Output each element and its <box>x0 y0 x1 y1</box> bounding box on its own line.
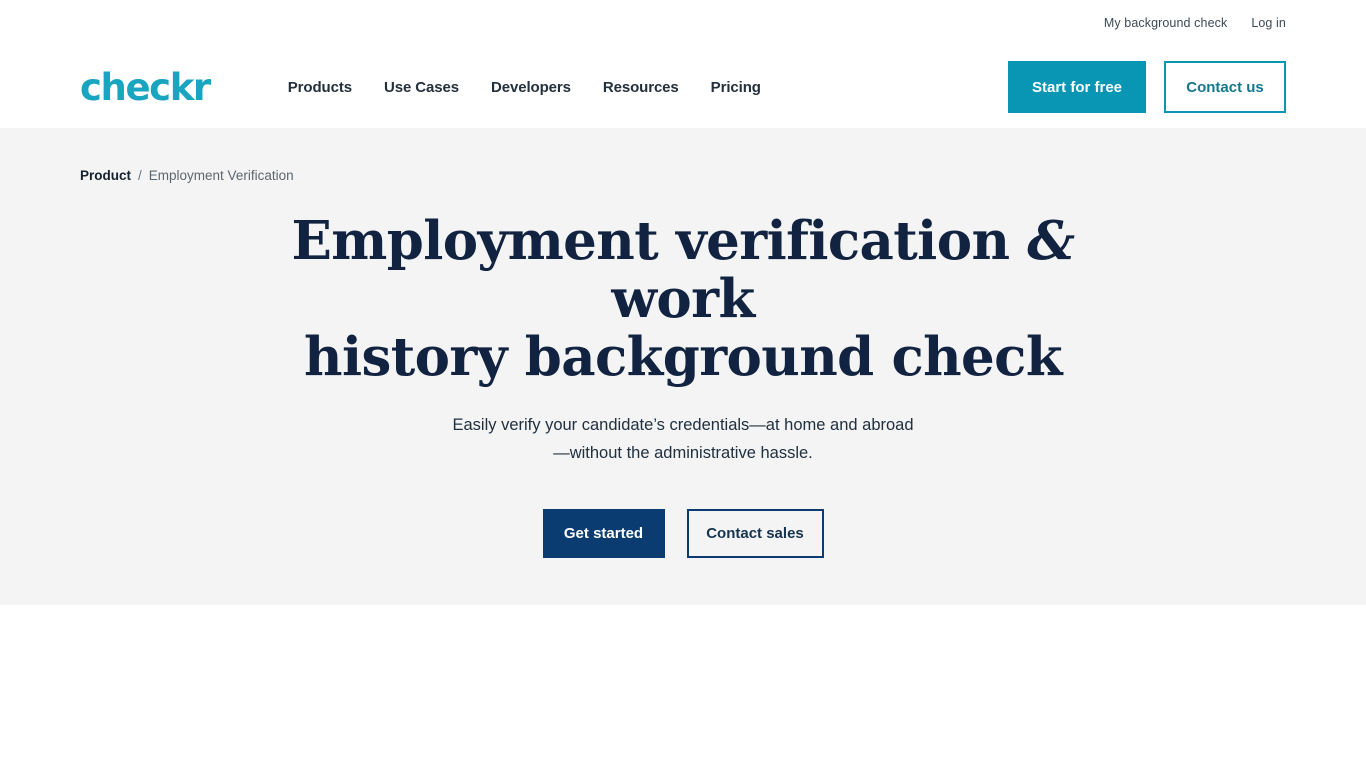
breadcrumb-separator: / <box>138 168 142 183</box>
hero-title-line-2: history background check <box>304 325 1063 388</box>
start-for-free-button[interactable]: Start for free <box>1008 61 1146 113</box>
hero-content: Employment verification & work history b… <box>253 210 1113 558</box>
page-title: Employment verification & work history b… <box>253 210 1113 388</box>
header-actions: Start for free Contact us <box>1008 61 1286 113</box>
hero-cta-group: Get started Contact sales <box>253 508 1113 558</box>
utility-bar: My background check Log in <box>0 0 1366 46</box>
nav-item-resources[interactable]: Resources <box>603 79 679 96</box>
hero-title-part-1: Employment verification <box>291 210 1028 272</box>
hero-title-part-2: work <box>611 267 755 330</box>
hero-subtitle: Easily verify your candidate’s credentia… <box>448 412 918 466</box>
nav-item-developers[interactable]: Developers <box>491 79 571 96</box>
nav-item-use-cases[interactable]: Use Cases <box>384 79 459 96</box>
breadcrumb-product-link[interactable]: Product <box>80 168 131 183</box>
hero-section: Product / Employment Verification Employ… <box>0 128 1366 605</box>
breadcrumb-current: Employment Verification <box>148 168 294 183</box>
page-body-below-hero <box>0 605 1366 768</box>
breadcrumb: Product / Employment Verification <box>80 128 1286 183</box>
get-started-button[interactable]: Get started <box>542 508 665 558</box>
nav-item-pricing[interactable]: Pricing <box>711 79 761 96</box>
main-navigation: Products Use Cases Developers Resources … <box>288 79 761 96</box>
contact-us-button[interactable]: Contact us <box>1164 61 1286 113</box>
contact-sales-button[interactable]: Contact sales <box>686 508 824 558</box>
my-background-check-link[interactable]: My background check <box>1104 16 1228 30</box>
log-in-link[interactable]: Log in <box>1251 16 1286 30</box>
hero-title-ampersand: & <box>1027 210 1075 272</box>
checkr-logo[interactable]: checkr <box>80 69 211 106</box>
nav-item-products[interactable]: Products <box>288 79 352 96</box>
hero-subtitle-line-1: Easily verify your candidate’s credentia… <box>452 416 858 435</box>
site-header: checkr Products Use Cases Developers Res… <box>0 46 1366 128</box>
